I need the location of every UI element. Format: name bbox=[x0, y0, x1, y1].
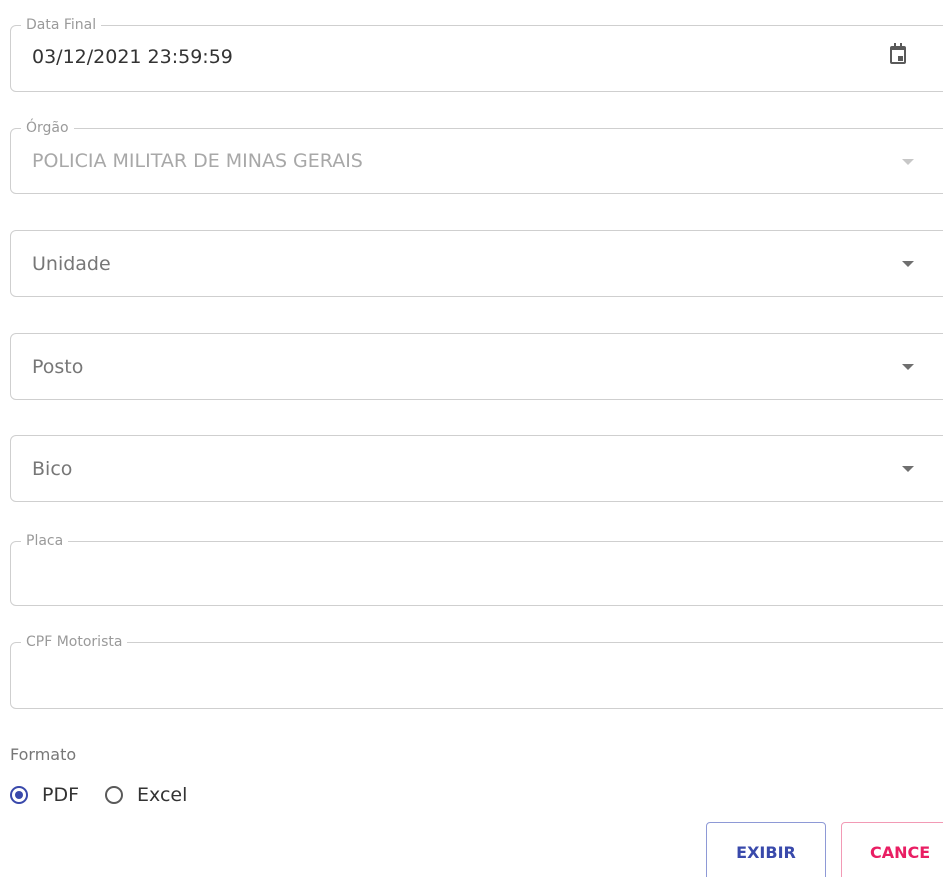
cancel-button[interactable]: CANCE bbox=[841, 822, 943, 877]
unidade-placeholder: Unidade bbox=[32, 253, 111, 275]
radio-excel-label[interactable]: Excel bbox=[137, 784, 187, 806]
bico-placeholder: Bico bbox=[32, 458, 73, 480]
data-final-field[interactable]: Data Final 03/12/2021 23:59:59 bbox=[10, 17, 943, 92]
cpf-motorista-field[interactable]: CPF Motorista bbox=[10, 634, 943, 709]
radio-pdf-label[interactable]: PDF bbox=[42, 784, 79, 806]
chevron-down-icon[interactable] bbox=[902, 364, 914, 370]
radio-excel[interactable] bbox=[105, 786, 124, 804]
unidade-select[interactable]: Unidade bbox=[10, 230, 943, 297]
exibir-button[interactable]: EXIBIR bbox=[706, 822, 826, 877]
cpf-motorista-label: CPF Motorista bbox=[21, 634, 128, 650]
posto-placeholder: Posto bbox=[32, 356, 84, 378]
data-final-value[interactable]: 03/12/2021 23:59:59 bbox=[32, 46, 233, 68]
placa-label: Placa bbox=[21, 533, 69, 549]
formato-label: Formato bbox=[10, 745, 77, 764]
chevron-down-icon bbox=[902, 159, 914, 165]
placa-field[interactable]: Placa bbox=[10, 533, 943, 606]
formato-radio-group: PDF Excel bbox=[10, 784, 213, 806]
orgao-label: Órgão bbox=[21, 120, 74, 136]
posto-select[interactable]: Posto bbox=[10, 333, 943, 400]
chevron-down-icon[interactable] bbox=[902, 261, 914, 267]
calendar-icon[interactable] bbox=[890, 43, 906, 64]
chevron-down-icon[interactable] bbox=[902, 466, 914, 472]
orgao-value: POLICIA MILITAR DE MINAS GERAIS bbox=[32, 150, 363, 172]
bico-select[interactable]: Bico bbox=[10, 435, 943, 502]
data-final-label: Data Final bbox=[21, 17, 102, 33]
orgao-select: Órgão POLICIA MILITAR DE MINAS GERAIS bbox=[10, 120, 943, 194]
radio-pdf[interactable] bbox=[10, 786, 28, 804]
report-filter-form: Data Final 03/12/2021 23:59:59 Órgão POL… bbox=[0, 0, 943, 877]
